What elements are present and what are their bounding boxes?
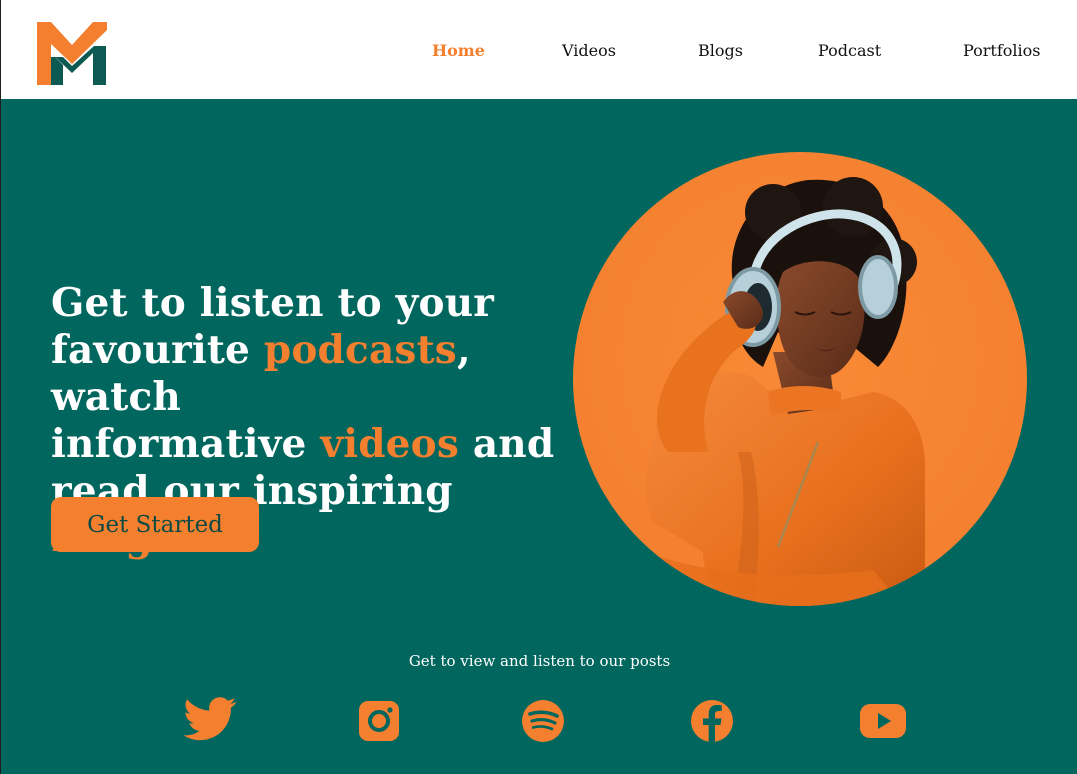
woman-with-headphones-image: [573, 152, 1027, 606]
headline-text: favourite: [51, 327, 264, 373]
nav-blogs[interactable]: Blogs: [698, 41, 743, 60]
nav-home[interactable]: Home: [432, 41, 485, 60]
nav-podcast[interactable]: Podcast: [818, 41, 881, 60]
headline-line-1: Get to listen to your: [51, 280, 495, 326]
instagram-icon[interactable]: [353, 696, 409, 746]
youtube-icon[interactable]: [855, 696, 911, 746]
nav-videos[interactable]: Videos: [562, 41, 616, 60]
social-tagline: Get to view and listen to our posts: [408, 652, 671, 670]
top-navbar: Home Videos Blogs Podcast Portfolios: [0, 0, 1077, 99]
hero-section: Get to listen to your favourite podcasts…: [0, 99, 1077, 774]
headline-text: informative: [51, 421, 321, 467]
nav-portfolios[interactable]: Portfolios: [963, 41, 1040, 60]
headline-highlight-videos: videos: [320, 421, 460, 467]
spotify-icon[interactable]: [515, 696, 571, 746]
twitter-icon[interactable]: [182, 696, 238, 746]
get-started-button[interactable]: Get Started: [51, 497, 259, 552]
headline-text: and: [459, 421, 555, 467]
facebook-icon[interactable]: [684, 696, 740, 746]
headline-highlight-podcasts: podcasts: [263, 327, 457, 373]
brand-logo-icon[interactable]: [37, 22, 107, 85]
hero-portrait-image: [573, 152, 1027, 606]
